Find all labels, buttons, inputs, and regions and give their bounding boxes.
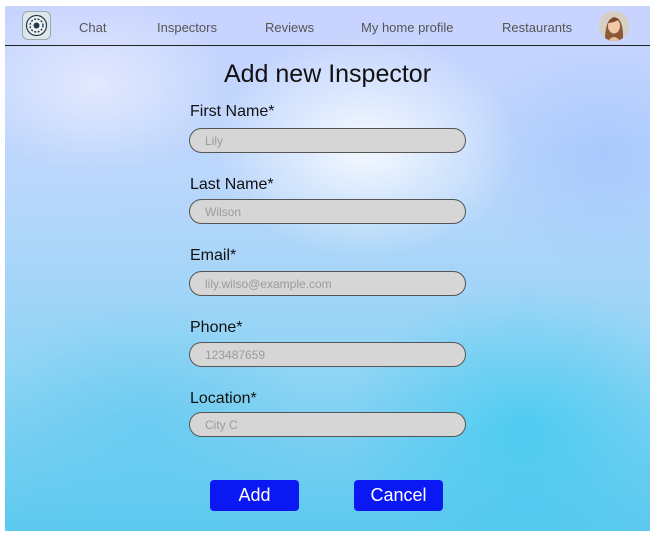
add-button[interactable]: Add bbox=[210, 480, 299, 511]
top-navbar: Chat Inspectors Reviews My home profile … bbox=[5, 6, 650, 46]
location-input[interactable] bbox=[189, 412, 466, 437]
phone-label: Phone* bbox=[190, 319, 243, 336]
cancel-button[interactable]: Cancel bbox=[354, 480, 443, 511]
first-name-label: First Name* bbox=[190, 103, 275, 120]
avatar[interactable] bbox=[599, 11, 629, 41]
first-name-input[interactable] bbox=[189, 128, 466, 153]
nav-reviews[interactable]: Reviews bbox=[265, 20, 314, 35]
logo-icon[interactable] bbox=[22, 11, 51, 40]
email-label: Email* bbox=[190, 247, 237, 264]
last-name-input[interactable] bbox=[189, 199, 466, 224]
page-title: Add new Inspector bbox=[223, 60, 432, 88]
nav-restaurants[interactable]: Restaurants bbox=[502, 20, 572, 35]
app-frame: Chat Inspectors Reviews My home profile … bbox=[5, 6, 650, 531]
phone-input[interactable] bbox=[189, 342, 466, 367]
location-label: Location* bbox=[190, 390, 257, 407]
last-name-label: Last Name* bbox=[190, 176, 274, 193]
nav-my-home-profile[interactable]: My home profile bbox=[361, 20, 453, 35]
nav-inspectors[interactable]: Inspectors bbox=[157, 20, 217, 35]
email-input[interactable] bbox=[189, 271, 466, 296]
nav-chat[interactable]: Chat bbox=[79, 20, 106, 35]
